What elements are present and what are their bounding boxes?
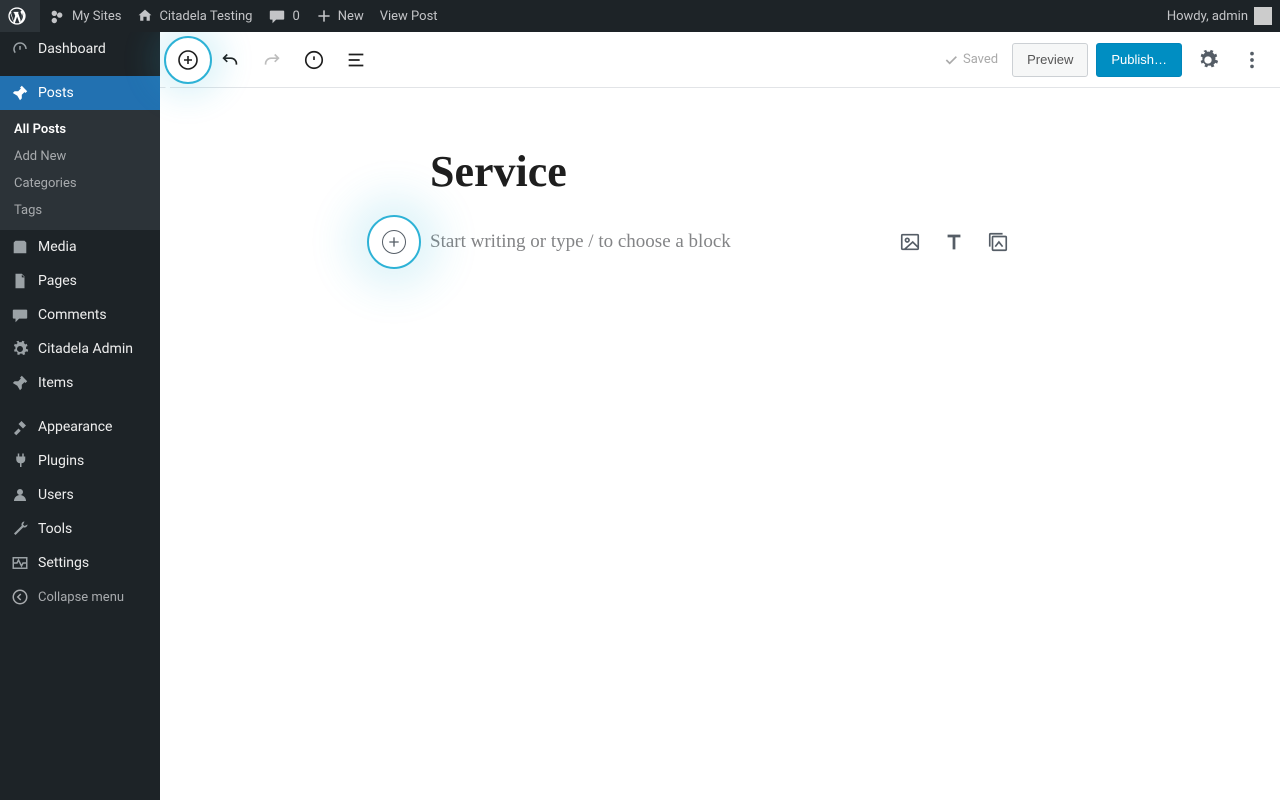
wp-admin-bar: My Sites Citadela Testing 0 New View Pos…	[0, 0, 1280, 32]
preview-button[interactable]: Preview	[1012, 43, 1088, 77]
view-post-link[interactable]: View Post	[372, 0, 446, 32]
menu-media-label: Media	[38, 239, 77, 255]
gear-icon	[10, 340, 30, 358]
editor-toolbar: Saved Preview Publish…	[160, 32, 1280, 88]
howdy-label: Howdy, admin	[1167, 9, 1248, 24]
menu-posts-submenu: All Posts Add New Categories Tags	[0, 110, 160, 230]
save-status: Saved	[937, 52, 1004, 68]
menu-dashboard[interactable]: Dashboard	[0, 32, 160, 66]
account-menu[interactable]: Howdy, admin	[1159, 0, 1280, 32]
menu-users[interactable]: Users	[0, 478, 160, 512]
menu-plugins-label: Plugins	[38, 453, 84, 469]
settings-button[interactable]	[1190, 42, 1226, 78]
plugin-icon	[10, 452, 30, 470]
settings-icon	[10, 554, 30, 572]
collapse-menu[interactable]: Collapse menu	[0, 580, 160, 614]
block-suggestions	[898, 230, 1010, 254]
view-post-label: View Post	[380, 9, 438, 24]
menu-media[interactable]: Media	[0, 230, 160, 264]
inline-add-block-button[interactable]	[382, 230, 406, 254]
new-label: New	[338, 9, 364, 24]
menu-dashboard-label: Dashboard	[38, 41, 106, 57]
suggest-heading-icon[interactable]	[942, 230, 966, 254]
redo-button[interactable]	[254, 42, 290, 78]
plus-icon	[316, 8, 332, 24]
menu-posts-label: Posts	[38, 85, 74, 101]
pushpin-icon	[10, 374, 30, 392]
pushpin-icon	[10, 84, 30, 102]
site-name-label: Citadela Testing	[159, 9, 252, 24]
page-icon	[10, 272, 30, 290]
menu-appearance-label: Appearance	[38, 419, 112, 435]
submenu-tags[interactable]: Tags	[0, 197, 160, 224]
collapse-menu-label: Collapse menu	[38, 590, 124, 605]
suggest-image-icon[interactable]	[898, 230, 922, 254]
post-title[interactable]: Service	[430, 148, 1010, 196]
menu-comments-label: Comments	[38, 307, 107, 323]
suggest-gallery-icon[interactable]	[986, 230, 1010, 254]
wp-logo[interactable]	[0, 0, 40, 32]
multisite-icon	[48, 7, 66, 25]
content-structure-button[interactable]	[296, 42, 332, 78]
block-placeholder-text: Start writing or type / to choose a bloc…	[430, 231, 878, 253]
dashboard-icon	[10, 40, 30, 58]
submenu-all-posts[interactable]: All Posts	[0, 116, 160, 143]
more-options-button[interactable]	[1234, 42, 1270, 78]
menu-items-label: Items	[38, 375, 73, 391]
undo-button[interactable]	[212, 42, 248, 78]
saved-label: Saved	[963, 52, 998, 67]
menu-citadela-admin-label: Citadela Admin	[38, 341, 133, 357]
site-name-menu[interactable]: Citadela Testing	[129, 0, 260, 32]
new-content-menu[interactable]: New	[308, 0, 372, 32]
comments-icon	[10, 306, 30, 324]
add-block-button[interactable]	[170, 42, 206, 78]
menu-pages-label: Pages	[38, 273, 77, 289]
menu-plugins[interactable]: Plugins	[0, 444, 160, 478]
avatar	[1254, 7, 1272, 25]
wordpress-icon	[8, 7, 26, 25]
editor-canvas[interactable]: Service Start writing or type / to choos…	[160, 88, 1280, 800]
submenu-categories[interactable]: Categories	[0, 170, 160, 197]
menu-users-label: Users	[38, 487, 74, 503]
default-block[interactable]: Start writing or type / to choose a bloc…	[430, 230, 1010, 254]
menu-settings[interactable]: Settings	[0, 546, 160, 580]
menu-posts[interactable]: Posts	[0, 76, 160, 110]
my-sites-menu[interactable]: My Sites	[40, 0, 129, 32]
users-icon	[10, 486, 30, 504]
menu-tools-label: Tools	[38, 521, 72, 537]
comments-count: 0	[292, 9, 299, 24]
publish-button[interactable]: Publish…	[1096, 43, 1182, 77]
block-editor: Saved Preview Publish… Service	[160, 32, 1280, 800]
my-sites-label: My Sites	[72, 9, 121, 24]
menu-pages[interactable]: Pages	[0, 264, 160, 298]
admin-sidebar: Dashboard Posts All Posts Add New Catego…	[0, 32, 160, 800]
home-icon	[137, 8, 153, 24]
menu-comments[interactable]: Comments	[0, 298, 160, 332]
menu-citadela-admin[interactable]: Citadela Admin	[0, 332, 160, 366]
menu-settings-label: Settings	[38, 555, 89, 571]
menu-items[interactable]: Items	[0, 366, 160, 400]
media-icon	[10, 238, 30, 256]
comments-menu[interactable]: 0	[260, 0, 307, 32]
comments-icon	[268, 7, 286, 25]
block-navigation-button[interactable]	[338, 42, 374, 78]
submenu-add-new[interactable]: Add New	[0, 143, 160, 170]
appearance-icon	[10, 418, 30, 436]
tools-icon	[10, 520, 30, 538]
collapse-icon	[10, 588, 30, 606]
menu-tools[interactable]: Tools	[0, 512, 160, 546]
menu-appearance[interactable]: Appearance	[0, 410, 160, 444]
